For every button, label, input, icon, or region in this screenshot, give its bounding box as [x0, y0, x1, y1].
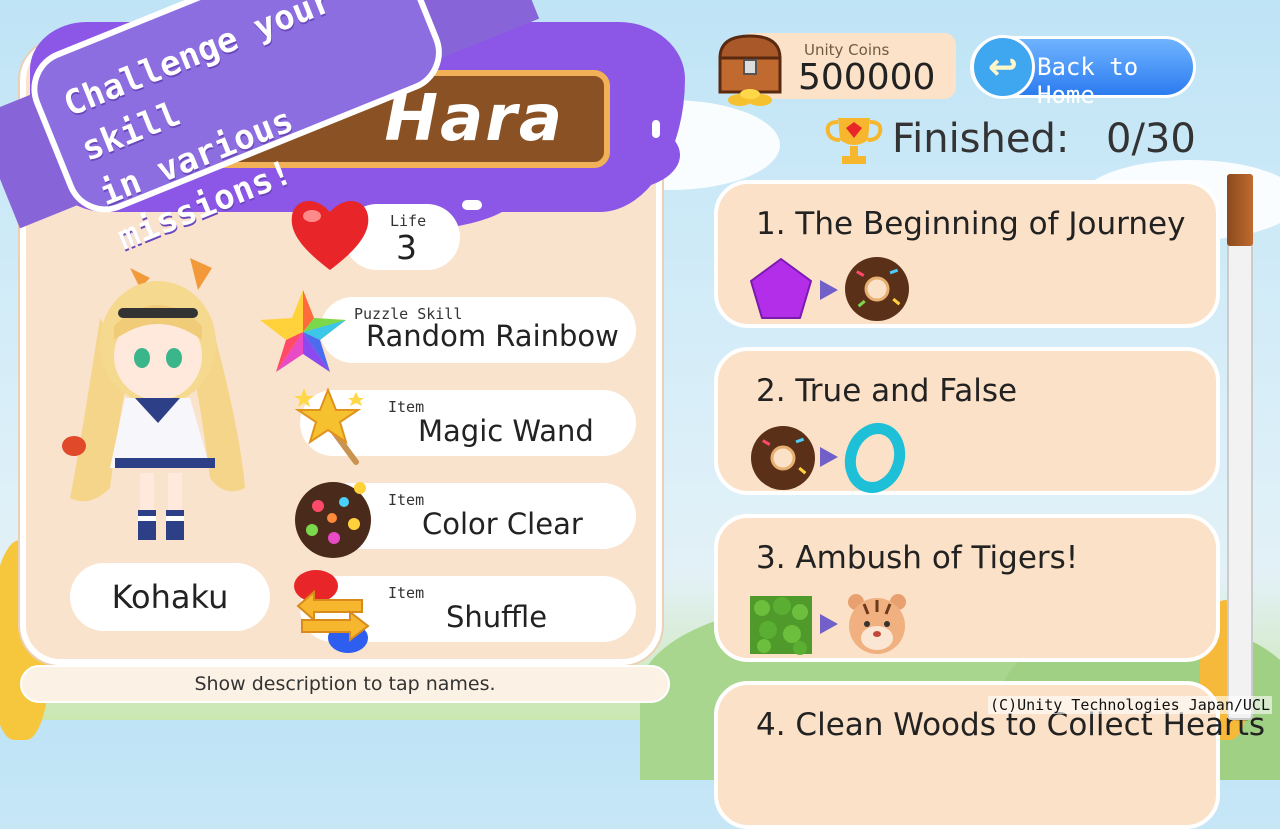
magic-wand-icon	[294, 387, 364, 465]
goo-highlight	[652, 120, 660, 138]
grass-block-icon	[750, 596, 812, 655]
coins-value: 500000	[798, 57, 936, 98]
back-button-label: Back to Home	[1037, 53, 1139, 109]
arrow-icon	[820, 280, 838, 300]
scrollbar-thumb[interactable]	[1227, 174, 1253, 246]
mission-title: 3. Ambush of Tigers!	[756, 540, 1079, 576]
item3-value: Shuffle	[446, 600, 548, 634]
item2-caption: Item	[388, 491, 425, 509]
kohaku-character-art	[62, 258, 245, 540]
chocolate-donut-icon	[845, 257, 909, 321]
goo-highlight	[462, 200, 482, 210]
mission-item[interactable]: 2. True and False	[714, 347, 1220, 495]
puzzle-skill-stat[interactable]: Puzzle Skill Random Rainbow	[320, 297, 636, 363]
mission-title: 1. The Beginning of Journey	[756, 206, 1186, 242]
treasure-chest-icon	[718, 34, 782, 106]
trophy-icon	[825, 118, 883, 164]
mission-title: 2. True and False	[756, 373, 1018, 409]
purple-pentagon-icon	[750, 258, 812, 319]
skill-value: Random Rainbow	[366, 319, 619, 353]
rainbow-star-icon	[260, 290, 346, 372]
life-value: 3	[396, 228, 417, 267]
finished-progress: Finished: 0/30	[892, 116, 1196, 162]
heart-icon	[291, 200, 369, 270]
blue-ring-icon	[844, 423, 906, 493]
chocolate-donut-icon	[751, 426, 815, 490]
color-clear-bomb-icon	[295, 482, 371, 558]
back-to-home-button[interactable]: ↩ Back to Home	[970, 35, 1196, 109]
back-arrow-icon: ↩	[971, 35, 1035, 99]
hint-text: Show description to tap names.	[194, 673, 496, 695]
shuffle-icon	[294, 570, 370, 653]
finished-label: Finished:	[892, 116, 1070, 162]
item1-value: Magic Wand	[418, 414, 594, 448]
copyright-text: (C)Unity Technologies Japan/UCL	[988, 696, 1272, 714]
arrow-icon	[820, 614, 838, 634]
arrow-icon	[820, 447, 838, 467]
item2-value: Color Clear	[422, 507, 583, 541]
mission-item[interactable]: 3. Ambush of Tigers!	[714, 514, 1220, 662]
mission-item[interactable]: 1. The Beginning of Journey	[714, 180, 1220, 328]
item3-caption: Item	[388, 584, 425, 602]
hint-bar: Show description to tap names.	[20, 665, 670, 703]
character-name-button[interactable]: Kohaku	[70, 563, 270, 631]
tiger-icon	[848, 594, 906, 654]
finished-count: 0/30	[1106, 116, 1196, 162]
mission-scrollbar[interactable]	[1227, 174, 1253, 720]
